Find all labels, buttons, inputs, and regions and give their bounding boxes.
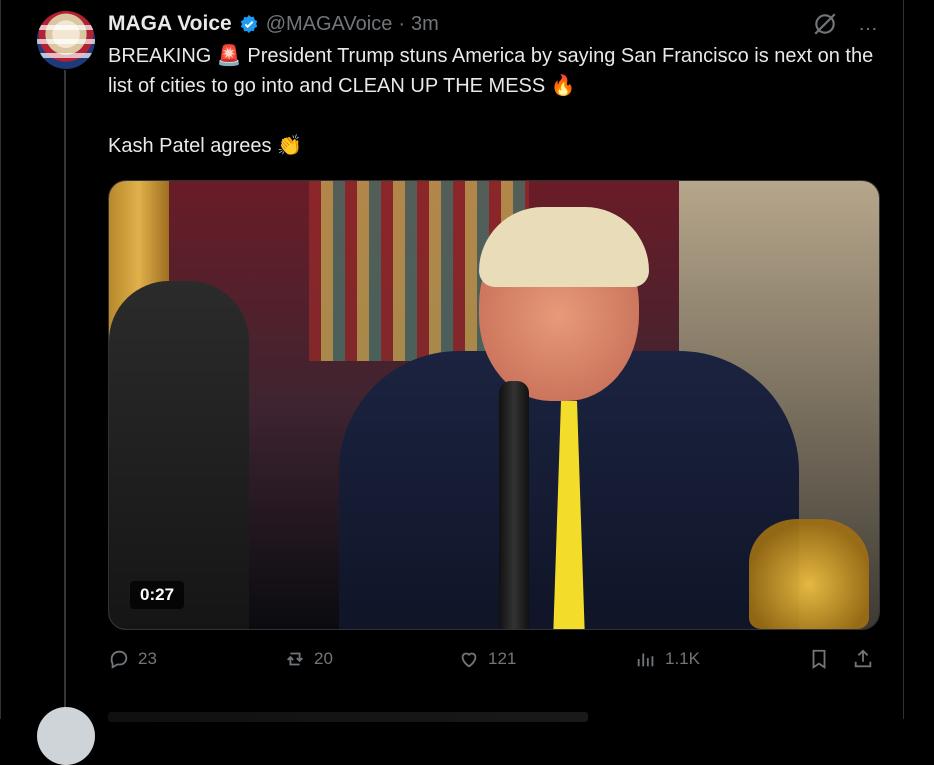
heart-icon bbox=[461, 652, 477, 668]
views-count: 1.1K bbox=[665, 649, 700, 668]
repost-icon bbox=[287, 652, 303, 666]
breaking-label: BREAKING bbox=[108, 45, 212, 67]
reply-icon bbox=[110, 650, 128, 669]
video-person-left bbox=[109, 281, 249, 629]
video-duration: 0:27 bbox=[130, 581, 185, 609]
next-tweet-avatar[interactable] bbox=[37, 707, 95, 765]
separator-dot: · bbox=[398, 12, 405, 35]
share-icon bbox=[854, 649, 872, 668]
column-border-right bbox=[903, 0, 904, 719]
next-tweet-header-partial bbox=[108, 712, 588, 722]
tweet-text: BREAKING 🚨 President Trump stuns America… bbox=[108, 41, 888, 161]
reply-button[interactable]: 23 bbox=[108, 648, 157, 670]
repost-count: 20 bbox=[314, 649, 333, 668]
reply-count: 23 bbox=[138, 649, 157, 668]
more-options-icon[interactable]: … bbox=[858, 13, 878, 36]
bookmark-button[interactable] bbox=[808, 648, 830, 670]
grok-icon[interactable] bbox=[812, 11, 838, 37]
clap-emoji-icon: 👏 bbox=[277, 135, 302, 157]
tweet-header: MAGA Voice @MAGAVoice · 3m bbox=[108, 11, 439, 37]
like-count: 121 bbox=[488, 649, 517, 668]
repost-button[interactable]: 20 bbox=[284, 648, 333, 670]
author-name[interactable]: MAGA Voice bbox=[108, 12, 232, 36]
siren-emoji-icon: 🚨 bbox=[216, 45, 242, 67]
views-button[interactable]: 1.1K bbox=[635, 648, 700, 670]
views-icon bbox=[637, 653, 654, 667]
tweet-body-line2: Kash Patel agrees bbox=[108, 135, 277, 157]
verified-badge-icon bbox=[240, 14, 257, 34]
thread-line bbox=[64, 70, 66, 710]
video-gold-ornament bbox=[749, 519, 869, 629]
timestamp[interactable]: 3m bbox=[411, 13, 439, 36]
bookmark-icon bbox=[812, 649, 826, 669]
video-speaker-hair bbox=[479, 207, 649, 287]
author-avatar[interactable] bbox=[37, 11, 95, 69]
share-button[interactable] bbox=[852, 648, 874, 670]
tweet-top-icons: … bbox=[812, 11, 878, 37]
video-player[interactable]: 0:27 bbox=[108, 180, 880, 630]
fire-emoji-icon: 🔥 bbox=[550, 75, 576, 97]
tweet-actions: 23 20 121 1.1K bbox=[108, 648, 878, 678]
like-button[interactable]: 121 bbox=[458, 648, 516, 670]
video-microphone bbox=[499, 381, 529, 629]
column-border-left bbox=[0, 0, 1, 719]
author-handle[interactable]: @MAGAVoice bbox=[266, 13, 393, 36]
